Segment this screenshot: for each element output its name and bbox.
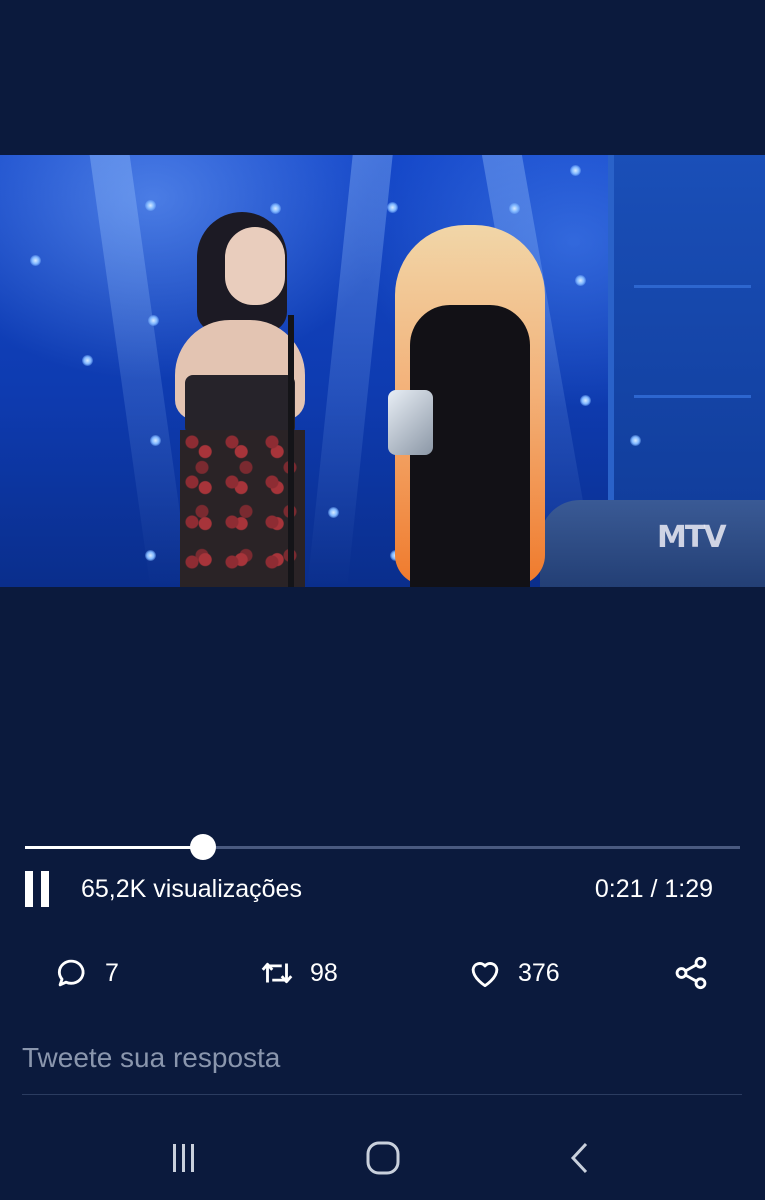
like-button[interactable]: 376 <box>466 953 560 993</box>
reply-input[interactable]: Tweete sua resposta <box>22 1042 280 1074</box>
microphone-stand <box>288 315 294 587</box>
stage-light <box>580 395 591 406</box>
back-button[interactable] <box>558 1135 604 1181</box>
recent-apps-icon <box>173 1144 194 1172</box>
retweet-button[interactable]: 98 <box>258 953 338 993</box>
pause-button[interactable] <box>25 871 51 907</box>
home-button[interactable] <box>360 1135 406 1181</box>
stage-podium <box>540 500 765 587</box>
award-trophy <box>388 390 433 455</box>
share-icon <box>675 956 707 990</box>
stage-light <box>328 507 339 518</box>
stage-light <box>150 435 161 446</box>
stage-light <box>145 200 156 211</box>
stage-light <box>270 203 281 214</box>
share-button[interactable] <box>672 953 710 993</box>
recent-apps-button[interactable] <box>160 1135 206 1181</box>
progress-fill <box>25 846 204 849</box>
like-count: 376 <box>518 958 560 987</box>
video-player[interactable]: MTV <box>0 155 765 587</box>
playback-time: 0:21 / 1:29 <box>594 875 713 903</box>
person-left-skirt <box>180 430 305 587</box>
retweet-icon <box>261 962 293 984</box>
home-icon <box>366 1141 400 1175</box>
stage-light <box>30 255 41 266</box>
stage-light <box>82 355 93 366</box>
mtv-watermark: MTV <box>657 520 727 555</box>
heart-icon <box>471 962 499 988</box>
back-icon <box>570 1142 588 1174</box>
stage-light-beam <box>307 155 393 587</box>
view-count: 65,2K visualizações <box>81 875 302 903</box>
reply-divider <box>22 1094 742 1095</box>
pause-icon <box>25 871 33 907</box>
retweet-count: 98 <box>310 958 338 987</box>
progress-thumb[interactable] <box>190 834 217 860</box>
stage-light <box>630 435 641 446</box>
reply-count: 7 <box>105 958 119 987</box>
stage-light <box>570 165 581 176</box>
reply-icon <box>57 959 85 987</box>
stage-light <box>575 275 586 286</box>
stage-light <box>148 315 159 326</box>
video-progress-bar[interactable] <box>25 834 740 860</box>
person-left-top <box>185 375 295 435</box>
reply-button[interactable]: 7 <box>53 953 119 993</box>
stage-light <box>145 550 156 561</box>
person-left-face <box>225 227 285 305</box>
stage-light <box>387 202 398 213</box>
stage-light <box>509 203 520 214</box>
